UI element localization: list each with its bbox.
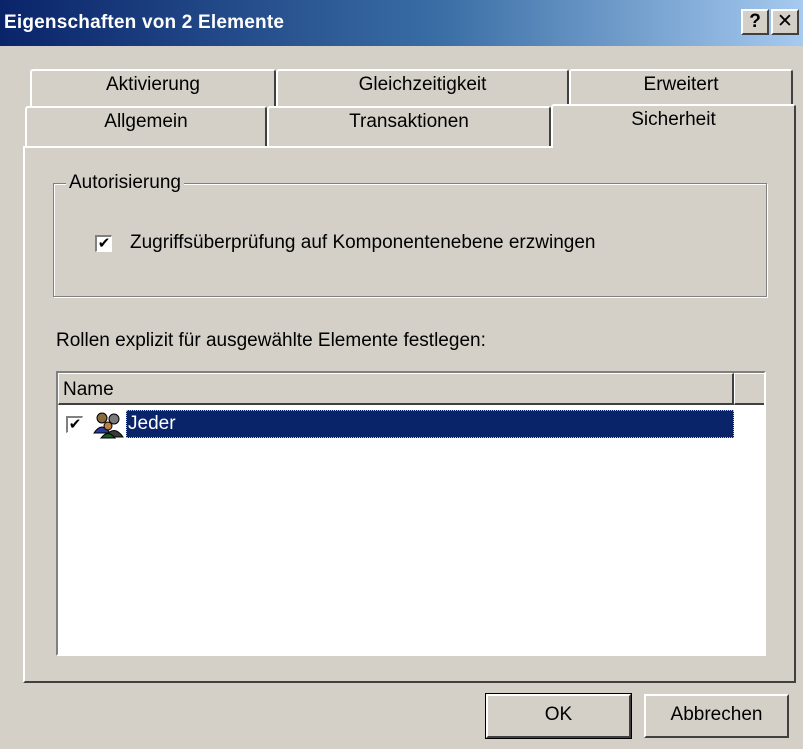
roles-listview[interactable]: Name ✔ Jeder [56, 371, 766, 656]
title-bar[interactable]: Eigenschaften von 2 Elemente ? ✕ [0, 0, 803, 46]
enforce-access-checks-checkbox[interactable]: ✔ [95, 235, 112, 252]
window-title: Eigenschaften von 2 Elemente [4, 12, 285, 33]
roles-label: Rollen explizit für ausgewählte Elemente… [56, 330, 486, 351]
authorization-group-label: Autorisierung [66, 172, 184, 194]
tab-erweitert[interactable]: Erweitert [569, 69, 793, 107]
tab-sicherheit[interactable]: Sicherheit [551, 104, 796, 148]
user-group-icon [93, 412, 124, 439]
column-header-name[interactable]: Name [58, 373, 734, 405]
role-checkbox[interactable]: ✔ [66, 416, 83, 433]
list-item[interactable]: ✔ Jeder [58, 409, 764, 439]
column-header-name-label: Name [63, 379, 114, 400]
tab-aktivierung[interactable]: Aktivierung [30, 69, 276, 107]
ok-button[interactable]: OK [485, 693, 632, 739]
cancel-button[interactable]: Abbrechen [644, 694, 789, 738]
tab-gleichzeitigkeit[interactable]: Gleichzeitigkeit [276, 69, 569, 107]
help-button[interactable]: ? [741, 9, 769, 35]
column-header-filler [734, 373, 764, 405]
role-name: Jeder [126, 410, 734, 438]
tab-transaktionen[interactable]: Transaktionen [267, 106, 551, 146]
enforce-access-checks-label[interactable]: Zugriffsüberprüfung auf Komponentenebene… [130, 232, 595, 254]
close-button[interactable]: ✕ [771, 9, 799, 35]
tab-allgemein[interactable]: Allgemein [25, 106, 267, 146]
